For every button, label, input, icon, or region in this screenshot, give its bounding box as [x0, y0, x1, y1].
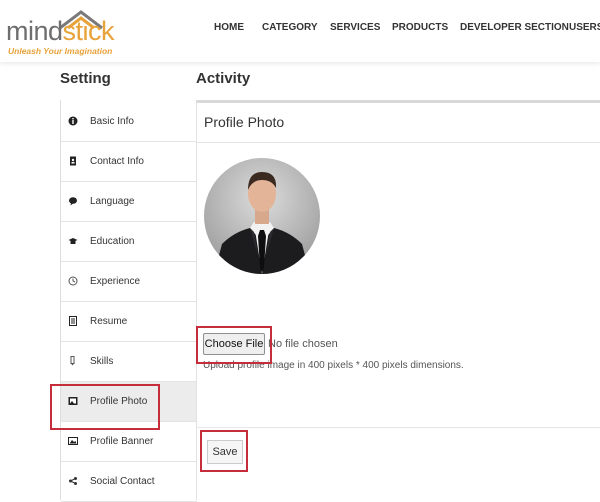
document-icon [68, 316, 78, 326]
graduation-cap-icon [68, 236, 78, 246]
sidebar-item-basic-info[interactable]: Basic Info [61, 102, 197, 142]
profile-photo-highlight-box [50, 384, 160, 430]
sidebar-item-label: Basic Info [90, 116, 134, 127]
logo-wordmark: mindstick [6, 16, 115, 46]
activity-heading: Activity [196, 70, 251, 87]
sidebar-item-label: Language [90, 196, 135, 207]
file-status-text: No file chosen [268, 338, 338, 350]
sidebar-item-label: Experience [90, 276, 141, 287]
clock-icon [68, 276, 78, 286]
pencil-icon [68, 356, 78, 366]
mindstick-logo[interactable]: mindstick Unleash Your Imagination [6, 6, 115, 56]
site-header: mindstick Unleash Your Imagination HOME … [0, 0, 600, 62]
sidebar-item-contact-info[interactable]: Contact Info [61, 142, 197, 182]
sidebar-item-label: Skills [90, 356, 114, 367]
sidebar-item-skills[interactable]: Skills [61, 342, 197, 382]
panel-header: Profile Photo [197, 103, 600, 143]
setting-heading: Setting [60, 70, 111, 87]
nav-home[interactable]: HOME [214, 22, 244, 33]
nav-services[interactable]: SERVICES [330, 22, 380, 33]
sidebar-item-label: Profile Banner [90, 436, 154, 447]
sidebar-item-label: Social Contact [90, 476, 155, 487]
save-highlight-box [200, 430, 248, 472]
share-icon [68, 476, 78, 486]
sidebar-item-label: Contact Info [90, 156, 144, 167]
panel-divider [197, 427, 600, 428]
panel-title: Profile Photo [204, 114, 285, 130]
settings-sidebar: Basic Info Contact Info Language Educati… [60, 100, 197, 502]
nav-users[interactable]: USERS [569, 22, 600, 33]
sidebar-item-label: Resume [90, 316, 128, 327]
choose-file-highlight-box [196, 326, 272, 364]
sidebar-item-resume[interactable]: Resume [61, 302, 197, 342]
speech-bubble-icon [68, 196, 78, 206]
sidebar-item-language[interactable]: Language [61, 182, 197, 222]
sidebar-item-social-contact[interactable]: Social Contact [61, 462, 197, 502]
contact-card-icon [68, 156, 78, 166]
nav-developer-section[interactable]: DEVELOPER SECTION [460, 22, 569, 33]
sidebar-item-education[interactable]: Education [61, 222, 197, 262]
logo-tagline: Unleash Your Imagination [8, 46, 113, 56]
nav-category[interactable]: CATEGORY [262, 22, 318, 33]
sidebar-item-experience[interactable]: Experience [61, 262, 197, 302]
sidebar-item-label: Education [90, 236, 135, 247]
picture-icon [68, 436, 78, 446]
nav-products[interactable]: PRODUCTS [392, 22, 448, 33]
profile-photo-avatar [204, 158, 320, 274]
info-icon [68, 116, 78, 126]
